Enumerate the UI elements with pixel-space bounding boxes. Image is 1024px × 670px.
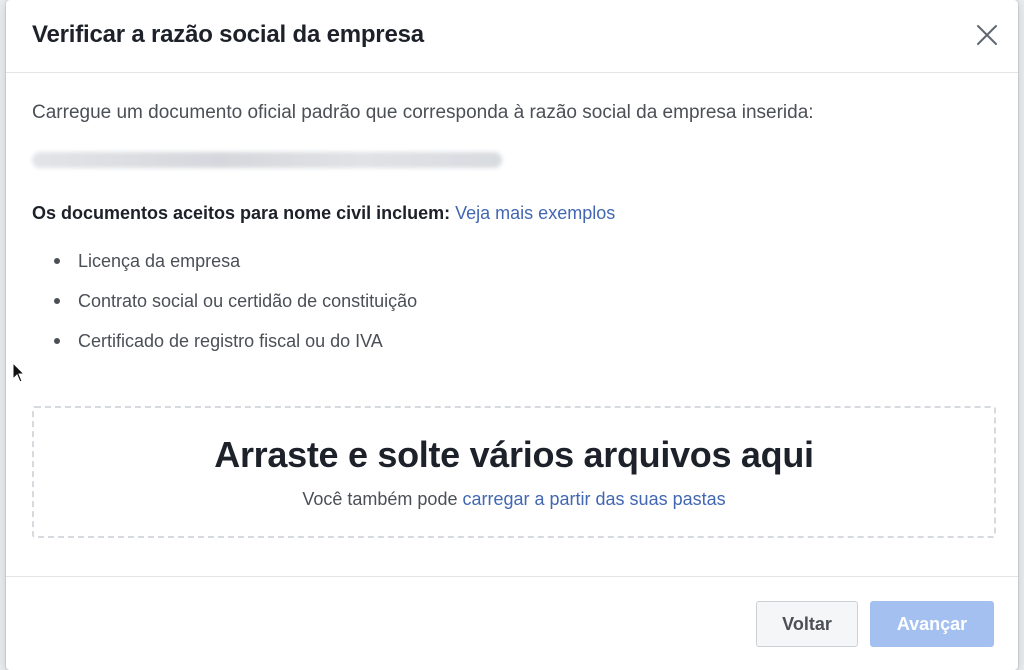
verify-business-name-dialog: Verificar a razão social da empresa Carr…	[6, 0, 1018, 670]
accepted-documents-label: Os documentos aceitos para nome civil in…	[32, 203, 451, 223]
intro-text: Carregue um documento oficial padrão que…	[32, 102, 814, 123]
redacted-business-name	[32, 152, 502, 168]
dialog-footer: Voltar Avançar	[6, 576, 1018, 670]
dropzone-subtitle-prefix: Você também pode	[302, 489, 458, 509]
dialog-title: Verificar a razão social da empresa	[32, 21, 424, 48]
list-item: Contrato social ou certidão de constitui…	[32, 288, 417, 328]
document-type-label: Contrato social ou certidão de constitui…	[78, 291, 418, 311]
list-item: Licença da empresa	[32, 248, 417, 288]
see-more-examples-link[interactable]: Veja mais exemplos	[455, 203, 615, 223]
accepted-documents-heading: Os documentos aceitos para nome civil in…	[32, 203, 615, 224]
file-dropzone[interactable]: Arraste e solte vários arquivos aqui Voc…	[32, 406, 996, 538]
bullet-icon	[54, 258, 60, 264]
document-type-label: Certificado de registro fiscal ou do IVA	[78, 331, 383, 351]
bullet-icon	[54, 298, 60, 304]
list-item: Certificado de registro fiscal ou do IVA	[32, 328, 417, 368]
dialog-header: Verificar a razão social da empresa	[6, 0, 1018, 73]
dropzone-title: Arraste e solte vários arquivos aqui	[214, 434, 814, 475]
mouse-cursor-icon	[12, 362, 26, 383]
close-button[interactable]	[970, 18, 1004, 52]
upload-from-folders-link[interactable]: carregar a partir das suas pastas	[462, 489, 725, 509]
next-button[interactable]: Avançar	[870, 601, 994, 647]
close-icon	[977, 25, 997, 45]
bullet-icon	[54, 338, 60, 344]
dropzone-subtitle: Você também pode carregar a partir das s…	[34, 489, 994, 510]
accepted-documents-list: Licença da empresa Contrato social ou ce…	[32, 248, 417, 368]
document-type-label: Licença da empresa	[78, 251, 241, 271]
back-button[interactable]: Voltar	[756, 601, 858, 647]
